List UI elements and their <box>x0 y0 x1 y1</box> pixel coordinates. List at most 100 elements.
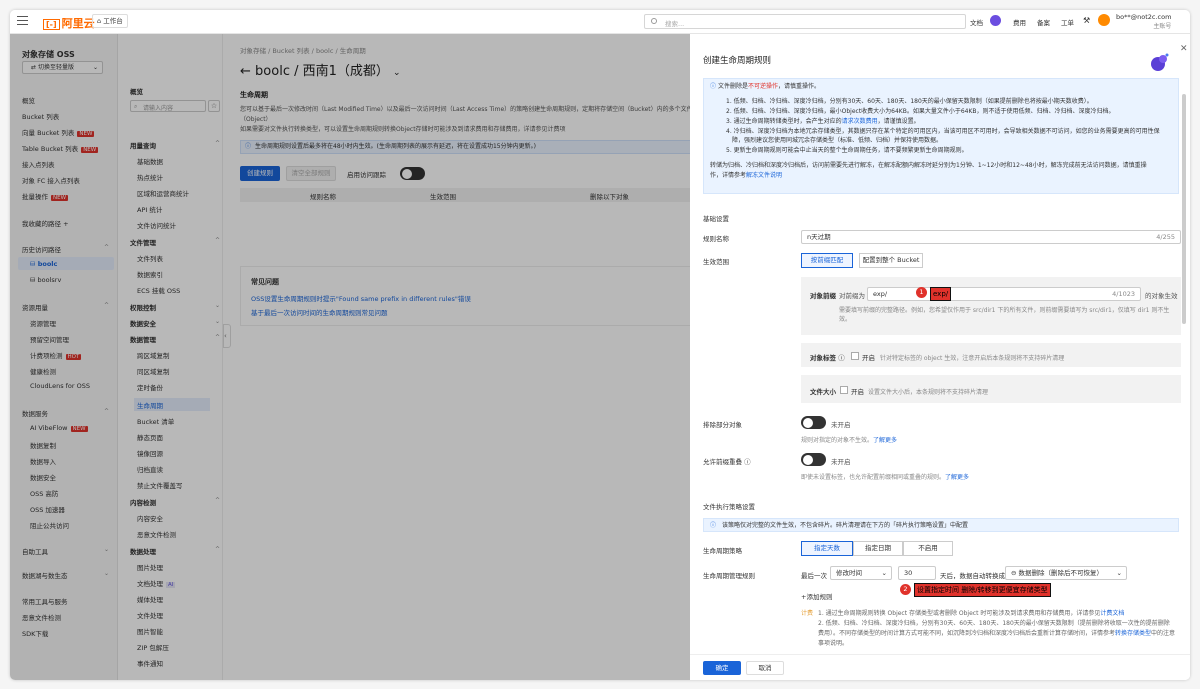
restore-doc-link[interactable]: 解冻文件说明 <box>746 172 782 179</box>
notice-line-text: 3. 通过生命周期转储类型时，会产生对应的 <box>726 118 842 125</box>
global-search-input[interactable]: 搜索... <box>644 14 966 29</box>
user-info[interactable]: bo**@not2c.com 主账号 <box>1116 13 1171 31</box>
prefix-callout: exp/ <box>930 287 952 301</box>
rule-label: 生命周期管理规则 <box>703 572 755 580</box>
menu-icon[interactable] <box>17 16 28 25</box>
close-icon[interactable]: ✕ <box>1180 44 1188 54</box>
modal-overlay[interactable] <box>10 34 690 680</box>
panel-scrollbar[interactable] <box>1182 94 1186 324</box>
prefix-input[interactable]: exp/4/1023 <box>867 287 1141 301</box>
logo-text: 阿里云 <box>61 17 95 30</box>
create-lifecycle-panel: 创建生命周期规则 ✕ ⓘ 文件删除是不可逆操作，请慎重操作。 1. 低频、归档、… <box>690 34 1190 680</box>
learn-more-link[interactable]: 了解更多 <box>873 437 897 444</box>
docs-link[interactable]: 文档 <box>970 17 983 27</box>
days-input[interactable]: 30 <box>898 566 936 580</box>
prefix-hint: 对前缀为 <box>839 292 865 300</box>
rule-name-input[interactable]: n天过期 4/255 <box>801 230 1181 244</box>
console-window: [-] 阿里云 ⌂ 工作台 搜索... 文档 费用 备案 工单 ⚒ bo**@no… <box>10 10 1190 680</box>
notice-line: 1. 低频、归档、冷归档、深度冷归档，分别有30天、60天、180天、180天的… <box>726 98 1093 105</box>
step-2-badge: 2 <box>900 584 911 595</box>
notice-line: 作，详情参考解冻文件说明 <box>710 171 782 181</box>
tag-checkbox[interactable] <box>851 352 859 360</box>
ticket-link[interactable]: 工单 <box>1061 17 1074 27</box>
workspace-label: 工作台 <box>103 17 123 25</box>
rule-name-counter: 4/255 <box>1156 233 1175 241</box>
search-icon <box>651 18 657 24</box>
action-value: 数据删除（删除后不可恢复） <box>1018 569 1104 577</box>
notice-line: 3. 通过生命周期转储类型时，会产生对应的请求次数费用，请谨慎设置。 <box>726 117 920 127</box>
info-icon: ⓘ <box>710 522 717 529</box>
cost-line: 事项说明。 <box>818 640 849 647</box>
delete-icon: ⊖ <box>1011 569 1019 577</box>
time-type-value: 修改时间 <box>836 569 862 577</box>
logo-mark: [-] <box>43 19 60 30</box>
exclude-help: 规则对指定的对象不生效。了解更多 <box>801 435 897 444</box>
avatar[interactable] <box>1098 14 1110 26</box>
exec-info-banner: ⓘ 该策略仅对完整的文件生效，不包含碎片。碎片清理请在下方的「碎片执行策略设置」中… <box>703 518 1179 532</box>
time-type-select[interactable]: 修改时间 ⌄ <box>830 566 892 580</box>
info-icon: ⓘ <box>710 83 717 90</box>
prefix-tail: 的对象生效 <box>1145 292 1178 300</box>
policy-label: 生命周期策略 <box>703 547 742 555</box>
cost-line-text: 1. 通过生命周期规则转换 Object 存储类型或者删除 Object 时可能… <box>818 610 1101 617</box>
exclude-label: 排除部分对象 <box>703 421 742 429</box>
step-1-badge: 1 <box>916 287 927 298</box>
exec-settings-title: 文件执行策略设置 <box>703 503 755 511</box>
action-select[interactable]: ⊖ 数据删除（删除后不可恢复） ⌄ <box>1005 566 1127 580</box>
overlap-help: 即使未设置标签，也允许配置前缀相同或重叠的规则。了解更多 <box>801 472 969 481</box>
overlap-toggle[interactable] <box>801 453 826 466</box>
rule-name-value: n天过期 <box>807 233 831 241</box>
chevron-down-icon: ⌄ <box>1116 569 1122 577</box>
tag-help: 针对特定标签的 object 生效，注意开启后本条规则将不支持碎片清理 <box>880 355 1065 362</box>
scope-label: 生效范围 <box>703 258 729 266</box>
scope-prefix-option[interactable]: 按前缀匹配 <box>801 253 853 268</box>
tag-label-text: 对象标签 <box>810 354 836 362</box>
cost-line-text: 费用）。不同存储类型的时间计算方式可能不同，如沉降到冷归档和深度冷归档后会重新计… <box>818 630 1116 637</box>
rule-name-label: 规则名称 <box>703 235 729 243</box>
exec-info-text: 该策略仅对完整的文件生效，不包含碎片。碎片清理请在下方的「碎片执行策略设置」中配… <box>722 522 969 529</box>
billing-doc-link[interactable]: 计费文档 <box>1100 610 1124 617</box>
add-rule-button[interactable]: +添加规则 <box>801 591 832 601</box>
billing-link[interactable]: 费用 <box>1013 17 1026 27</box>
notice-head-text: 文件删除是 <box>717 83 748 90</box>
size-checkbox[interactable] <box>840 386 848 394</box>
policy-days-option[interactable]: 指定天数 <box>801 541 853 556</box>
notice-line: 转储为归档、冷归档和深度冷归档后，访问前需要先进行解冻，在解冻配额内解冻时延分别… <box>710 162 1147 169</box>
tag-label: 对象标签 ⓘ <box>810 352 845 362</box>
icp-link[interactable]: 备案 <box>1037 17 1050 27</box>
policy-date-option[interactable]: 指定日期 <box>853 541 903 556</box>
exclude-toggle[interactable] <box>801 416 826 429</box>
notice-line: 2. 低频、归档、冷归档、深度冷归档，最小Object收费大小为64KB。如果大… <box>726 108 1115 115</box>
overlap-help-text: 即使未设置标签，也允许配置前缀相同或重叠的规则。 <box>801 474 946 481</box>
policy-disable-option[interactable]: 不启用 <box>903 541 953 556</box>
size-open-label: 开启 <box>851 388 864 396</box>
notice-warning: 不可逆操作 <box>747 83 778 90</box>
overlap-label-text: 允许前缀重叠 <box>703 458 742 466</box>
scope-bucket-option[interactable]: 配置到整个 Bucket <box>859 253 923 268</box>
notice-line: 5. 更新生命周期规则可能会中止当天的整个生命周期任务，请不要频繁更新生命周期规… <box>726 147 968 154</box>
chevron-down-icon: ⌄ <box>881 569 887 577</box>
storage-class-link[interactable]: 转换存储类型 <box>1115 630 1151 637</box>
learn-more-link[interactable]: 了解更多 <box>945 474 969 481</box>
basic-settings-title: 基础设置 <box>703 215 729 223</box>
search-placeholder: 搜索... <box>665 20 685 28</box>
overlap-status: 未开启 <box>831 458 851 466</box>
size-help: 设置文件大小后，本条规则将不支持碎片清理 <box>868 389 989 396</box>
cancel-button[interactable]: 取消 <box>746 661 784 675</box>
notice-head: ⓘ 文件删除是不可逆操作，请慎重操作。 <box>710 82 820 92</box>
tools-icon[interactable]: ⚒ <box>1083 16 1090 25</box>
assistant-logo-icon[interactable] <box>1148 52 1170 72</box>
user-role: 主账号 <box>1153 23 1172 30</box>
ai-assistant-icon[interactable] <box>990 15 1001 26</box>
help-icon[interactable]: ⓘ <box>838 354 845 362</box>
prefix-counter: 4/1023 <box>1112 290 1135 298</box>
cost-label: 计费 <box>801 610 814 617</box>
prefix-value: exp/ <box>873 290 888 298</box>
request-fee-link[interactable]: 请求次数费用 <box>842 118 878 125</box>
user-name: bo**@not2c.com <box>1116 13 1172 21</box>
workspace-button[interactable]: ⌂ 工作台 <box>92 14 128 28</box>
notice-line-tail: ，请谨慎设置。 <box>877 118 920 125</box>
help-icon[interactable]: ⓘ <box>744 458 751 466</box>
aliyun-logo[interactable]: [-] 阿里云 <box>43 15 95 31</box>
ok-button[interactable]: 确定 <box>703 661 741 675</box>
